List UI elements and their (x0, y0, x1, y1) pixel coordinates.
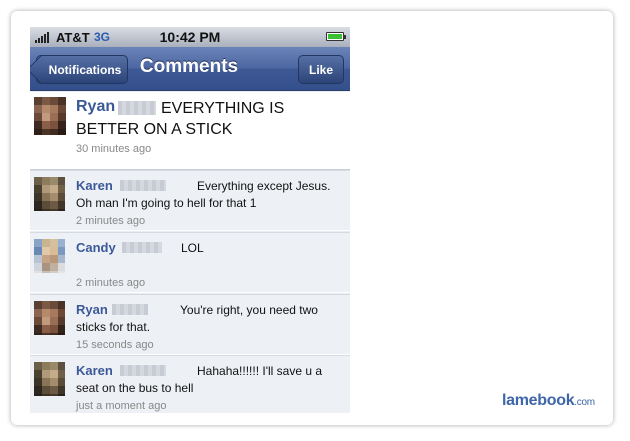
navigation-bar: Notifications Comments Like (30, 47, 350, 91)
page-title: Comments (139, 56, 239, 77)
comment-author[interactable]: Ryan (76, 302, 108, 317)
comment-item: Everything except Jesus. Oh man I'm goin… (30, 170, 350, 231)
status-bar: AT&T 3G 10:42 PM (30, 27, 350, 47)
avatar[interactable] (34, 362, 65, 396)
lamebook-logo: lamebook.com (502, 392, 595, 410)
comment-timestamp: just a moment ago (76, 400, 167, 412)
avatar[interactable] (34, 97, 67, 135)
back-button-label: Notifications (48, 62, 122, 77)
comment-text: Everything except Jesus. Oh man I'm goin… (76, 179, 331, 210)
original-post: EVERYTHING IS BETTER ON A STICK Ryan 30 … (30, 92, 350, 170)
logo-suffix: .com (574, 397, 595, 408)
clock: 10:42 PM (159, 29, 221, 45)
redacted-surname (112, 304, 148, 315)
comment-timestamp: 2 minutes ago (76, 277, 146, 289)
comment-item: Hahaha!!!!!! I'll save u a seat on the b… (30, 355, 350, 413)
comment-timestamp: 2 minutes ago (76, 215, 146, 227)
avatar[interactable] (34, 177, 65, 211)
comment-timestamp: 15 seconds ago (76, 339, 154, 351)
comment-author[interactable]: Karen (76, 178, 113, 193)
phone-screen: AT&T 3G 10:42 PM Notifications Comments … (30, 27, 350, 413)
comment-item: You're right, you need two sticks for th… (30, 294, 350, 355)
redacted-surname (122, 242, 162, 253)
battery-icon (326, 32, 346, 41)
avatar[interactable] (34, 301, 65, 335)
redacted-surname (118, 101, 156, 115)
comment-text: LOL (181, 241, 204, 255)
avatar[interactable] (34, 239, 65, 273)
comment-author[interactable]: Candy (76, 240, 116, 255)
comment-item: LOL Candy 2 minutes ago (30, 232, 350, 293)
comment-author[interactable]: Karen (76, 363, 113, 378)
post-timestamp: 30 minutes ago (76, 143, 152, 155)
redacted-surname (120, 365, 166, 376)
like-button[interactable]: Like (298, 55, 344, 84)
comment-text: Hahaha!!!!!! I'll save u a seat on the b… (76, 364, 323, 395)
back-button[interactable]: Notifications (36, 55, 128, 84)
redacted-surname (120, 180, 166, 191)
logo-text: lamebook (502, 392, 575, 409)
post-author[interactable]: Ryan (76, 98, 115, 116)
